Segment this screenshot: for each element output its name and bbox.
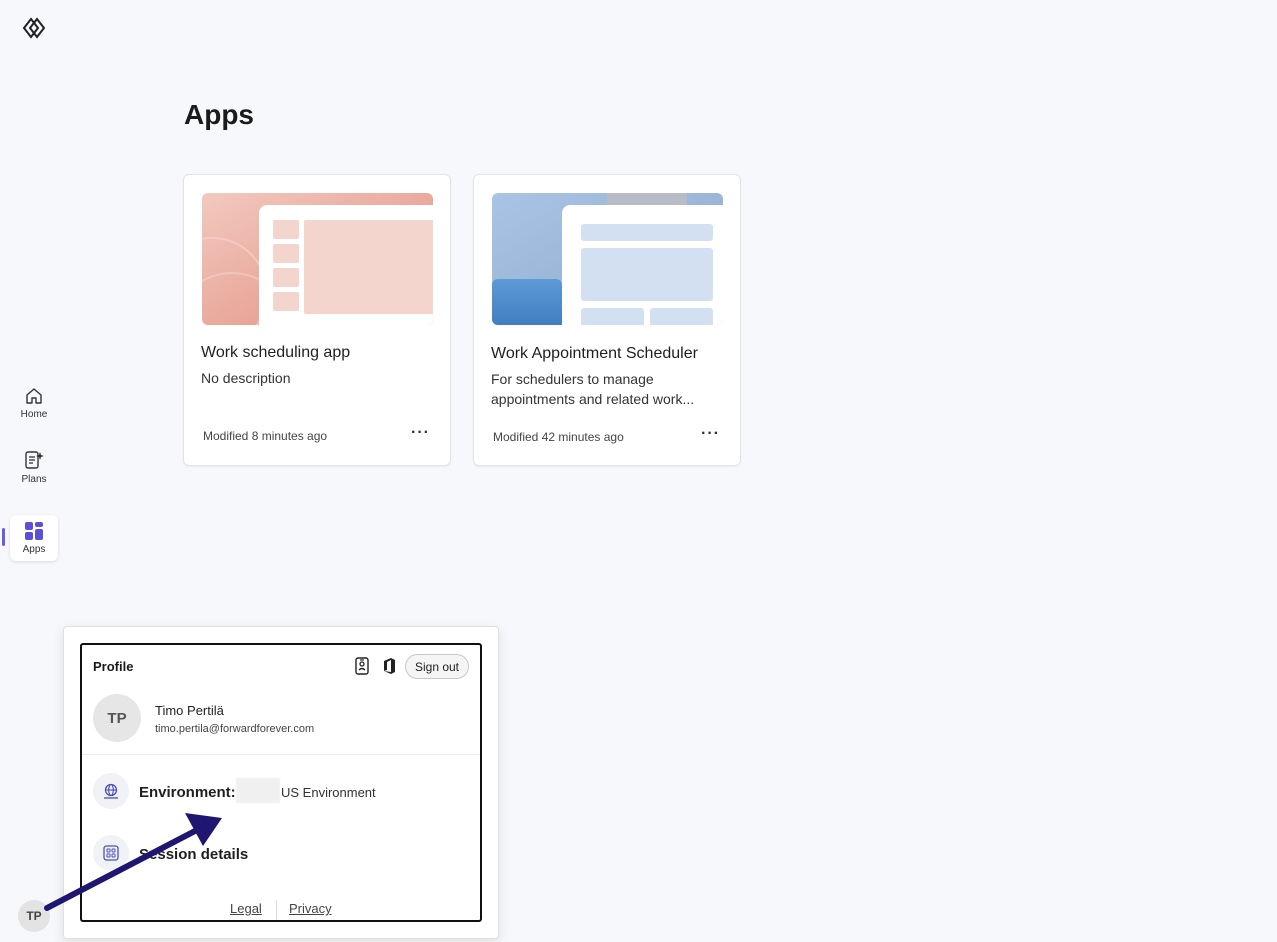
nav-plans-label: Plans [21,474,47,485]
office-icon[interactable] [380,657,398,675]
page-title: Apps [184,99,254,130]
nav-apps[interactable]: Apps [10,515,58,561]
footer-separator [276,900,277,920]
app-card-description: For schedulers to manage appointments an… [491,371,695,407]
avatar: TP [93,694,141,742]
app-card-description: No description [201,370,291,386]
globe-icon [93,773,129,809]
app-thumbnail [492,193,723,325]
redacted-block [236,778,280,803]
app-thumbnail [202,193,433,325]
app-card[interactable]: Work Appointment Scheduler For scheduler… [473,174,741,466]
user-avatar-button[interactable]: TP [18,900,50,932]
user-name: Timo Pertilä [155,703,224,718]
profile-title: Profile [93,659,134,674]
divider [82,754,480,755]
contact-card-icon[interactable] [354,657,370,675]
app-card-title: Work scheduling app [201,344,351,361]
environment-value: US Environment [281,785,376,800]
app-logo-icon [22,17,46,39]
legal-link[interactable]: Legal [230,901,262,916]
user-email: timo.pertila@forwardforever.com [155,723,315,735]
environment-label: Environment: [139,784,236,801]
app-card-modified: Modified 42 minutes ago [493,430,624,444]
nav-home[interactable]: Home [10,380,58,426]
sign-out-button[interactable]: Sign out [405,654,469,679]
app-card-title: Work Appointment Scheduler [491,345,698,362]
apps-icon [25,522,43,540]
profile-panel: Profile Sign out TP Timo Pertilä timo.pe… [80,643,482,922]
nav-active-indicator [2,528,5,546]
more-options-button[interactable]: ··· [701,425,720,443]
plans-icon [25,451,44,469]
privacy-link[interactable]: Privacy [289,901,332,916]
app-card-modified: Modified 8 minutes ago [203,429,328,443]
nav-home-label: Home [20,409,48,420]
home-icon [26,388,42,404]
profile-footer: Legal Privacy [82,900,480,920]
session-grid-icon [93,835,129,871]
session-details-button[interactable]: Session details [139,846,248,863]
app-card[interactable]: Work scheduling app No description Modif… [183,174,451,466]
nav-apps-label: Apps [22,544,46,555]
more-options-button[interactable]: ··· [411,424,430,442]
nav-plans[interactable]: Plans [10,444,58,490]
